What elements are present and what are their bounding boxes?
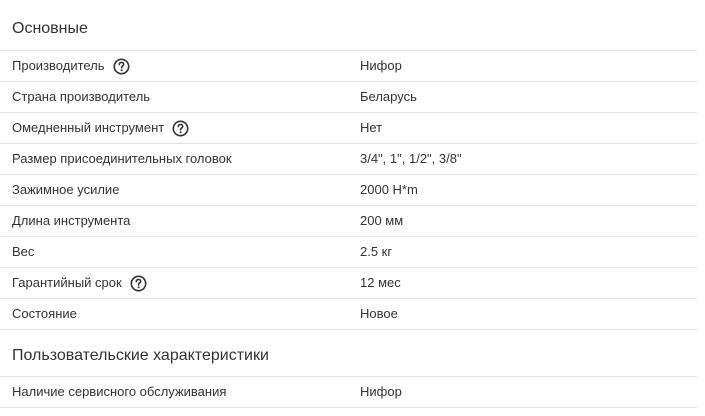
spec-name: Длина инструмента <box>12 213 131 228</box>
spec-row: Производитель Нифор <box>0 50 697 81</box>
spec-row: Зажимное усилие 2000 Н*m <box>0 174 697 205</box>
spec-row: Состояние Новое <box>0 298 697 330</box>
spec-name: Омедненный инструмент <box>12 120 165 135</box>
spec-name: Размер присоединительных головок <box>12 151 232 166</box>
spec-value: 2.5 кг <box>360 244 393 259</box>
spec-row: Наличие сервисного обслуживания Нифор <box>0 376 697 408</box>
spec-name-wrap: Производитель <box>12 51 130 81</box>
question-mark-circle-icon[interactable] <box>113 58 130 75</box>
spec-row: Длина инструмента 200 мм <box>0 205 697 236</box>
spec-name-wrap: Длина инструмента <box>12 206 130 236</box>
spec-row: Гарантийный срок 12 мес <box>0 267 697 298</box>
question-mark-circle-icon[interactable] <box>130 275 147 292</box>
spec-row: Размер присоединительных головок 3/4", 1… <box>0 143 697 174</box>
spec-name-wrap: Состояние <box>12 299 77 329</box>
spec-name: Страна производитель <box>12 89 151 104</box>
spec-value: 2000 Н*m <box>360 182 418 197</box>
spec-name-wrap: Омедненный инструмент <box>12 113 189 143</box>
spec-value: Нифор <box>360 384 402 399</box>
section-title: Пользовательские характеристики <box>12 347 269 364</box>
spec-name: Состояние <box>12 306 77 321</box>
spec-name-wrap: Вес <box>12 237 34 267</box>
spec-value: Нет <box>360 120 383 135</box>
spec-value: 12 мес <box>360 275 401 290</box>
spec-name: Вес <box>12 244 35 259</box>
section-title: Основные <box>12 20 88 37</box>
spec-row: Страна производитель Беларусь <box>0 81 697 112</box>
spec-name-wrap: Гарантийный срок <box>12 268 147 298</box>
spec-name-wrap: Зажимное усилие <box>12 175 119 205</box>
spec-row: Вес 2.5 кг <box>0 236 697 267</box>
spec-value: Нифор <box>360 58 402 73</box>
spec-name: Зажимное усилие <box>12 182 120 197</box>
spec-name-wrap: Размер присоединительных головок <box>12 144 232 174</box>
spec-name-wrap: Наличие сервисного обслуживания <box>12 377 226 407</box>
spec-value: Новое <box>360 306 398 321</box>
spec-value: 3/4", 1", 1/2", 3/8" <box>360 151 462 166</box>
spec-value: 200 мм <box>360 213 404 228</box>
spec-name: Гарантийный срок <box>12 275 122 290</box>
spec-name-wrap: Страна производитель <box>12 82 150 112</box>
spec-name: Производитель <box>12 58 105 73</box>
spec-value: Беларусь <box>360 89 417 104</box>
spec-name: Наличие сервисного обслуживания <box>12 384 227 399</box>
spec-row: Омедненный инструмент Нет <box>0 112 697 143</box>
question-mark-circle-icon[interactable] <box>172 120 189 137</box>
